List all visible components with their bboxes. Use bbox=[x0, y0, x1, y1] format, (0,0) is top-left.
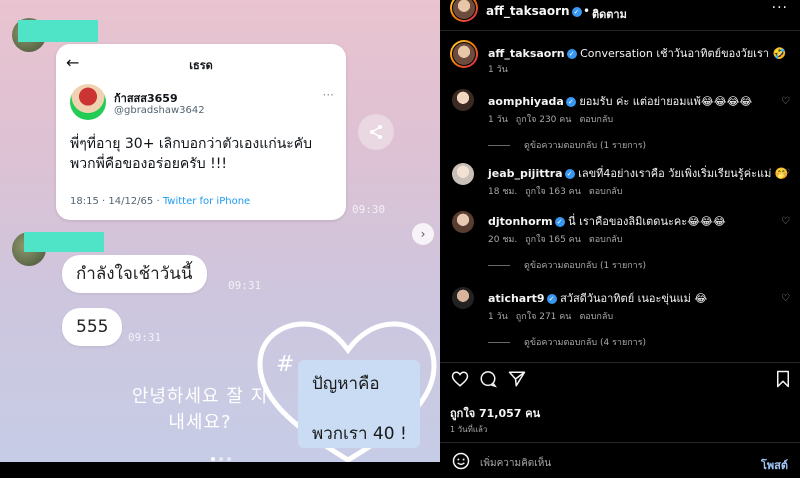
carousel-dot[interactable] bbox=[219, 457, 223, 461]
commenter-username[interactable]: jeab_pijittra bbox=[488, 167, 563, 180]
more-dots-icon: ··· bbox=[322, 88, 334, 102]
verified-badge-icon: ✓ bbox=[571, 7, 582, 17]
view-replies-button[interactable]: ดูข้อความตอบกลับ (1 รายการ) bbox=[488, 138, 646, 152]
share-icon bbox=[358, 114, 394, 150]
korean-greeting: 안녕하세요 잘 지내세요? bbox=[131, 386, 269, 433]
comment-text: นี่ เราคือของลิมิเตดนะคะ😂😂😂 bbox=[568, 215, 726, 228]
header-divider bbox=[440, 30, 800, 31]
likes-count[interactable]: ถูกใจ 71,057 คน bbox=[450, 404, 540, 422]
paper-plane-icon[interactable] bbox=[506, 370, 528, 392]
comment-time: 1 วัน bbox=[488, 312, 508, 322]
post-side-panel: aff_taksaorn ✓ • ติดตาม ··· aff_taksaorn ✓… bbox=[440, 0, 800, 478]
comment-like-heart-icon[interactable]: ♡ bbox=[781, 168, 790, 179]
post-header: aff_taksaorn ✓ • ติดตาม ··· bbox=[440, 0, 800, 30]
tweet-header: ← เธรด bbox=[56, 52, 346, 74]
view-replies-button[interactable]: ดูข้อความตอบกลับ (4 รายการ) bbox=[488, 335, 646, 349]
verified-badge-icon: ✓ bbox=[565, 97, 576, 107]
comment-time: 1 วัน bbox=[488, 115, 508, 125]
commenter-avatar[interactable] bbox=[452, 89, 474, 111]
sender-name-redaction bbox=[24, 232, 104, 252]
sender-name-redaction bbox=[18, 20, 98, 42]
author-avatar[interactable] bbox=[450, 0, 478, 22]
chat-bubble: 555 bbox=[62, 308, 123, 346]
more-options-icon[interactable]: ··· bbox=[772, 0, 788, 16]
emoji-icon[interactable] bbox=[452, 452, 470, 474]
comment-like-heart-icon[interactable]: ♡ bbox=[781, 96, 790, 107]
input-divider bbox=[440, 442, 800, 443]
commenter-username[interactable]: atichart9 bbox=[488, 292, 545, 305]
caption: aff_taksaorn ✓ Conversation เช้าวันอาทิตย… bbox=[488, 44, 786, 62]
bookmark-icon[interactable] bbox=[772, 370, 794, 392]
carousel-dot[interactable] bbox=[227, 457, 231, 461]
view-replies-button[interactable]: ดูข้อความตอบกลับ (1 รายการ) bbox=[488, 258, 646, 272]
verified-badge-icon: ✓ bbox=[554, 217, 565, 227]
comment-text: เลขที่4อย่างเราคือ วัยเพิ่งเริ่มเรียนรู้… bbox=[578, 167, 789, 180]
note-line-2: พวกเรา 40 ! bbox=[312, 424, 407, 444]
chat-timestamp: 09:30 bbox=[352, 203, 386, 216]
comment-like-heart-icon[interactable]: ♡ bbox=[781, 216, 790, 227]
tweet-text: พี่ๆที่อายุ 30+ เลิกบอกว่าตัวเองแก่นะคับ… bbox=[70, 136, 313, 172]
comment-time: 18 ชม. bbox=[488, 187, 518, 197]
comment-input[interactable] bbox=[480, 454, 720, 472]
heart-outline-icon[interactable] bbox=[449, 370, 471, 392]
verified-badge-icon: ✓ bbox=[566, 49, 577, 59]
caption-text: Conversation เช้าวันอาทิตย์ของวัยเรา 🤣 bbox=[580, 47, 787, 60]
reply-button[interactable]: ตอบกลับ bbox=[579, 115, 613, 125]
author-username[interactable]: aff_taksaorn ✓ bbox=[486, 4, 582, 18]
separator-dot: • bbox=[583, 4, 591, 18]
comment-like-heart-icon[interactable]: ♡ bbox=[781, 293, 790, 304]
tweet-screenshot: ← เธรด ก้าสสส3659 @gbradshaw3642 ··· พี่… bbox=[56, 44, 346, 220]
post-media: ← เธรด ก้าสสส3659 @gbradshaw3642 ··· พี่… bbox=[0, 0, 440, 462]
action-bar bbox=[440, 370, 800, 394]
comment-likes[interactable]: ถูกใจ 165 คน bbox=[525, 235, 581, 245]
comment-bubble-icon[interactable] bbox=[477, 370, 499, 392]
tweet-avatar bbox=[70, 84, 106, 120]
comment-text: ยอมรับ ค่ะ แต่อย่ายอมแพ้😂😂😂😂 bbox=[579, 95, 753, 108]
commenter-avatar[interactable] bbox=[452, 287, 474, 309]
reply-button[interactable]: ตอบกลับ bbox=[589, 235, 623, 245]
follow-button[interactable]: ติดตาม bbox=[592, 5, 627, 23]
note-card: ปัญหาคือ พวกเรา 40 ! bbox=[298, 360, 420, 448]
next-slide-button[interactable]: › bbox=[412, 223, 434, 245]
chat-timestamp: 09:31 bbox=[228, 279, 262, 292]
comment-likes[interactable]: ถูกใจ 163 คน bbox=[525, 187, 581, 197]
reply-button[interactable]: ตอบกลับ bbox=[589, 187, 623, 197]
commenter-username[interactable]: aomphiyada bbox=[488, 95, 564, 108]
verified-badge-icon: ✓ bbox=[546, 294, 557, 304]
note-line-1: ปัญหาคือ bbox=[312, 374, 380, 394]
carousel-dot[interactable] bbox=[211, 457, 215, 461]
caption-time: 1 วัน bbox=[488, 65, 508, 75]
comment-text: สวัสดีวันอาทิตย์ เนอะขุ่นแม่ 😂 bbox=[560, 292, 708, 305]
commenter-avatar[interactable] bbox=[452, 211, 474, 233]
commenter-username[interactable]: djtonhorm bbox=[488, 215, 553, 228]
tweet-source: Twitter for iPhone bbox=[162, 196, 251, 207]
caption-avatar[interactable] bbox=[450, 40, 478, 68]
caption-username[interactable]: aff_taksaorn bbox=[488, 47, 565, 60]
comment-time: 20 ชม. bbox=[488, 235, 518, 245]
tweet-header-title: เธรด bbox=[189, 59, 213, 72]
comment-likes[interactable]: ถูกใจ 230 คน bbox=[516, 115, 572, 125]
tweet-author-handle: @gbradshaw3642 bbox=[114, 105, 205, 116]
comment-input-bar: โพสต์ bbox=[440, 448, 800, 478]
post-comment-button[interactable]: โพสต์ bbox=[761, 456, 788, 474]
chat-timestamp: 09:31 bbox=[128, 331, 162, 344]
chat-bubble: กำลังใจเช้าวันนี้ bbox=[62, 255, 207, 293]
hash-symbol: # bbox=[276, 352, 295, 377]
commenter-avatar[interactable] bbox=[452, 163, 474, 185]
comment-likes[interactable]: ถูกใจ 271 คน bbox=[516, 312, 572, 322]
carousel-dots bbox=[209, 446, 233, 462]
tweet-time: 18:15 · 14/12/65 · bbox=[70, 196, 163, 207]
reply-button[interactable]: ตอบกลับ bbox=[579, 312, 613, 322]
post-time-ago: 1 วันที่แล้ว bbox=[450, 425, 488, 434]
actions-divider bbox=[440, 362, 800, 363]
tweet-meta: 18:15 · 14/12/65 · Twitter for iPhone bbox=[70, 196, 250, 207]
verified-badge-icon: ✓ bbox=[564, 169, 575, 179]
